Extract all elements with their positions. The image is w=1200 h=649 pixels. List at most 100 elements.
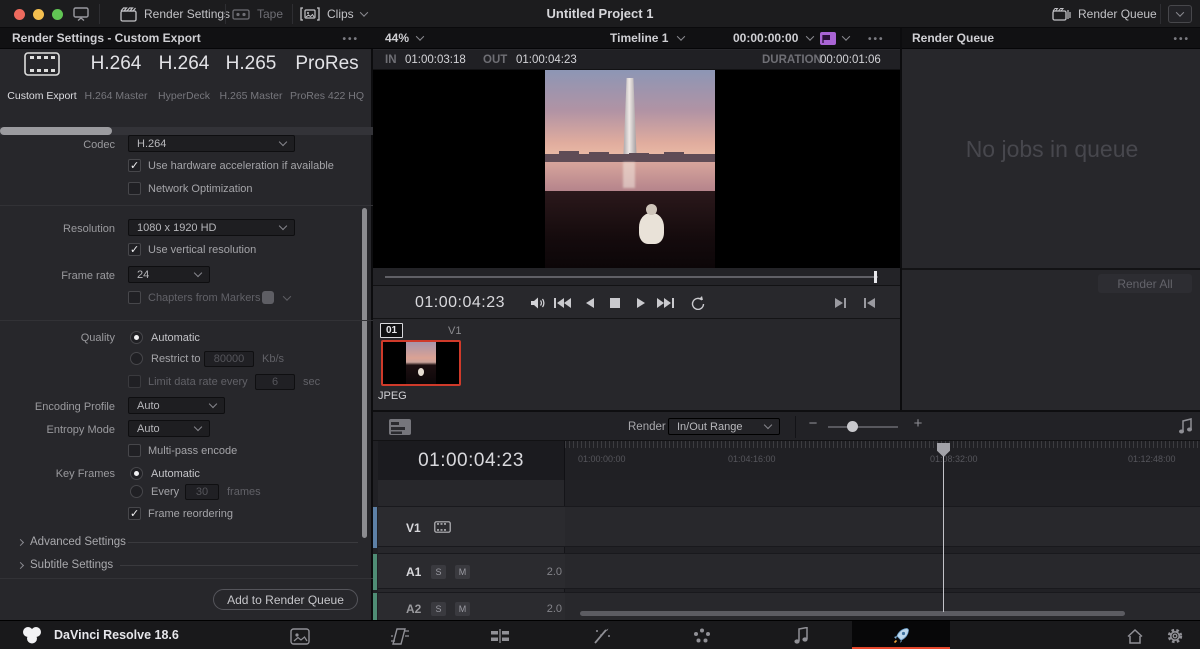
track-lane-a1[interactable]: [565, 553, 1200, 589]
quality-automatic-radio[interactable]: [130, 331, 143, 344]
render-queue-toggle-button[interactable]: Render Queue: [1052, 0, 1157, 28]
preset-custom-export[interactable]: Custom Export: [2, 42, 82, 122]
flag-marker-icon[interactable]: [820, 32, 836, 45]
fusion-page-button[interactable]: [591, 625, 613, 647]
timeline-selector-dropdown[interactable]: Timeline 1: [610, 31, 684, 45]
subtitle-settings-expander[interactable]: Subtitle Settings: [18, 559, 113, 571]
color-page-button[interactable]: [691, 625, 713, 647]
timeline-zoom-slider-handle[interactable]: [847, 421, 858, 432]
codec-dropdown[interactable]: H.264: [128, 135, 295, 152]
loop-button[interactable]: [689, 294, 707, 312]
go-to-start-button[interactable]: [553, 294, 571, 312]
frame-reordering-checkbox[interactable]: [128, 507, 141, 520]
render-all-button[interactable]: Render All: [1098, 274, 1192, 293]
zoom-in-button[interactable]: +: [910, 415, 926, 432]
limit-data-rate-checkbox[interactable]: [128, 375, 141, 388]
keyframes-interval-input[interactable]: [185, 484, 219, 500]
zoom-out-button[interactable]: −: [805, 415, 821, 432]
chevron-down-icon[interactable]: [842, 32, 850, 40]
render-mode-dropdown[interactable]: In/Out Range: [668, 418, 780, 435]
stop-button[interactable]: [606, 294, 624, 312]
scrub-playhead-handle[interactable]: [874, 271, 877, 283]
clips-button[interactable]: Clips: [300, 0, 367, 28]
mute-button[interactable]: M: [455, 602, 470, 616]
chevron-down-icon[interactable]: [283, 292, 291, 300]
mute-speaker-button[interactable]: [529, 294, 547, 312]
timeline-zoom-slider-track[interactable]: [828, 426, 898, 428]
edit-page-button[interactable]: [489, 625, 511, 647]
audio-mixer-icon[interactable]: [1178, 418, 1194, 435]
video-viewport[interactable]: [373, 70, 900, 268]
preset-title: H.264: [84, 42, 148, 86]
solo-button[interactable]: S: [431, 602, 446, 616]
cut-page-button[interactable]: [389, 625, 411, 647]
deliver-page-button[interactable]: [890, 625, 912, 647]
track-header-v1[interactable]: V1: [378, 506, 565, 547]
preset-hyperdeck[interactable]: H.264 HyperDeck: [150, 42, 218, 122]
bitrate-input[interactable]: [204, 351, 254, 367]
track-header-a1[interactable]: A1 S M 2.0: [378, 553, 565, 589]
preset-h265-master[interactable]: H.265 H.265 Master: [218, 42, 284, 122]
panel-collapse-button[interactable]: [1168, 5, 1192, 23]
render-settings-toggle-button[interactable]: Render Settings: [120, 0, 230, 28]
restrict-to-radio[interactable]: [130, 352, 143, 365]
keyframes-automatic-radio[interactable]: [130, 467, 143, 480]
media-page-button[interactable]: [289, 625, 311, 647]
chapters-checkbox[interactable]: [128, 291, 141, 304]
hw-accel-checkbox[interactable]: [128, 159, 141, 172]
fairlight-page-button[interactable]: [791, 625, 813, 647]
multipass-checkbox[interactable]: [128, 444, 141, 457]
timeline-horizontal-scrollbar[interactable]: [580, 611, 1125, 616]
viewer-timecode-dropdown[interactable]: 00:00:00:00: [733, 31, 813, 45]
track-header-a2[interactable]: A2 S M 2.0: [378, 592, 565, 620]
timeline-view-icon[interactable]: [388, 418, 412, 436]
encoding-profile-dropdown[interactable]: Auto: [128, 397, 225, 414]
mute-button[interactable]: M: [455, 565, 470, 579]
scrub-bar[interactable]: [373, 268, 900, 285]
minimize-window-button[interactable]: [33, 9, 44, 20]
settings-scrollbar[interactable]: [362, 208, 367, 538]
resolution-dropdown[interactable]: 1080 x 1920 HD: [128, 219, 295, 236]
step-back-button[interactable]: [581, 294, 599, 312]
play-button[interactable]: [632, 294, 650, 312]
quality-automatic-label: Automatic: [151, 332, 200, 344]
dual-screen-icon[interactable]: [72, 6, 90, 22]
solo-button[interactable]: S: [431, 565, 446, 579]
chevron-down-icon: [194, 269, 202, 277]
tape-label: Tape: [257, 7, 283, 21]
close-window-button[interactable]: [14, 9, 25, 20]
track-channels: 2.0: [528, 566, 562, 578]
zoom-window-button[interactable]: [52, 9, 63, 20]
resolution-value: 1080 x 1920 HD: [137, 222, 217, 234]
advanced-settings-expander[interactable]: Advanced Settings: [18, 536, 126, 548]
keyframes-every-radio[interactable]: [130, 485, 143, 498]
frame-rate-value: 24: [137, 269, 149, 281]
preset-prores-422hq[interactable]: ProRes ProRes 422 HQ: [286, 42, 368, 122]
presets-scrollbar-thumb[interactable]: [0, 127, 112, 135]
home-button[interactable]: [1124, 625, 1146, 647]
scrub-track[interactable]: [385, 276, 878, 278]
frame-rate-dropdown[interactable]: 24: [128, 266, 210, 283]
viewer-options-icon[interactable]: [868, 31, 885, 45]
preset-title: ProRes: [286, 42, 368, 86]
resolution-label: Resolution: [5, 223, 115, 235]
go-to-end-button[interactable]: [657, 294, 675, 312]
marker-color-icon[interactable]: [262, 291, 274, 304]
add-to-render-queue-label: Add to Render Queue: [227, 593, 344, 607]
track-lane-v1[interactable]: [565, 506, 1200, 547]
viewer-zoom-dropdown[interactable]: 44%: [385, 31, 423, 45]
clip-thumbnail[interactable]: [381, 340, 461, 386]
preset-h264-master[interactable]: H.264 H.264 Master: [84, 42, 148, 122]
render-queue-options-icon[interactable]: [1173, 31, 1190, 45]
network-opt-checkbox[interactable]: [128, 182, 141, 195]
entropy-mode-dropdown[interactable]: Auto: [128, 420, 210, 437]
add-to-render-queue-button[interactable]: Add to Render Queue: [213, 589, 358, 610]
vertical-res-checkbox[interactable]: [128, 243, 141, 256]
play-to-out-button[interactable]: [831, 294, 849, 312]
timeline-ruler[interactable]: 01:00:04:23 01:00:00:00 01:04:16:00 01:0…: [373, 441, 1200, 480]
settings-gear-icon[interactable]: [1164, 625, 1186, 647]
tape-button[interactable]: Tape: [232, 0, 283, 28]
play-from-in-button[interactable]: [860, 294, 878, 312]
preset-title: H.265: [218, 42, 284, 86]
limit-data-rate-input[interactable]: [255, 374, 295, 390]
